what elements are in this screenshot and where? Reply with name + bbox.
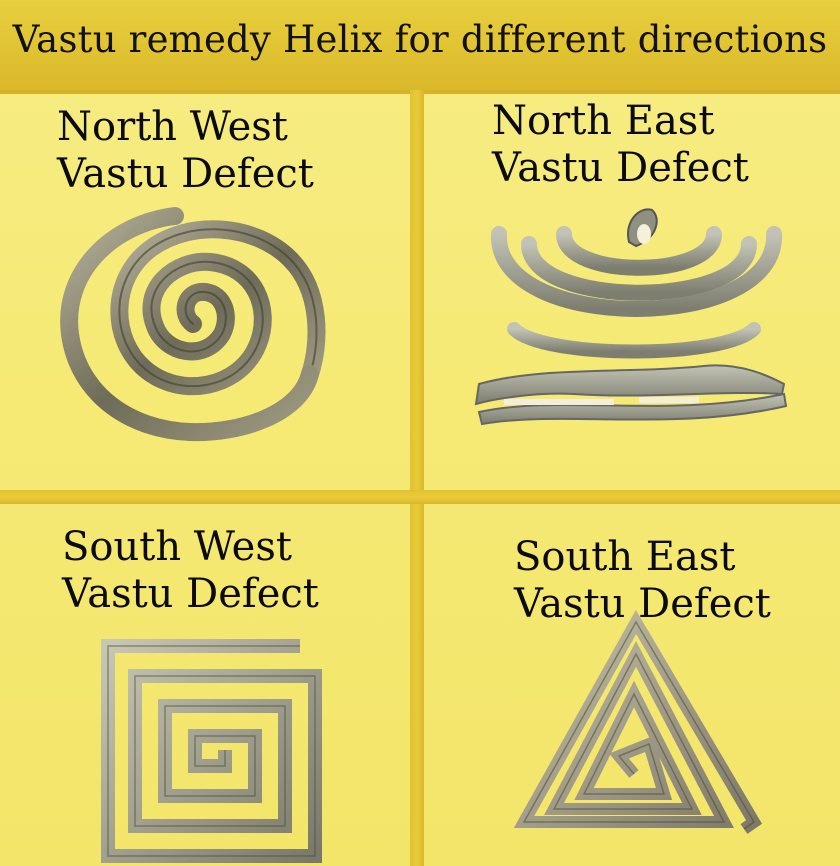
panel-south-east: South East Vastu Defect [424, 504, 840, 866]
panel-north-east: North East Vastu Defect [424, 94, 840, 490]
horizontal-divider [0, 490, 840, 504]
title-banner: Vastu remedy Helix for different directi… [0, 0, 840, 94]
square-spiral-helix-icon [101, 639, 322, 863]
spiral-helix-icon [60, 207, 326, 442]
panel-south-west: South West Vastu Defect [0, 504, 410, 866]
panel-north-west: North West Vastu Defect [0, 94, 410, 490]
vertical-divider [410, 90, 424, 866]
crescent-flame-helix-icon [474, 208, 788, 426]
triangle-spiral-helix-icon [513, 609, 762, 834]
poster-title: Vastu remedy Helix for different directi… [12, 18, 828, 61]
